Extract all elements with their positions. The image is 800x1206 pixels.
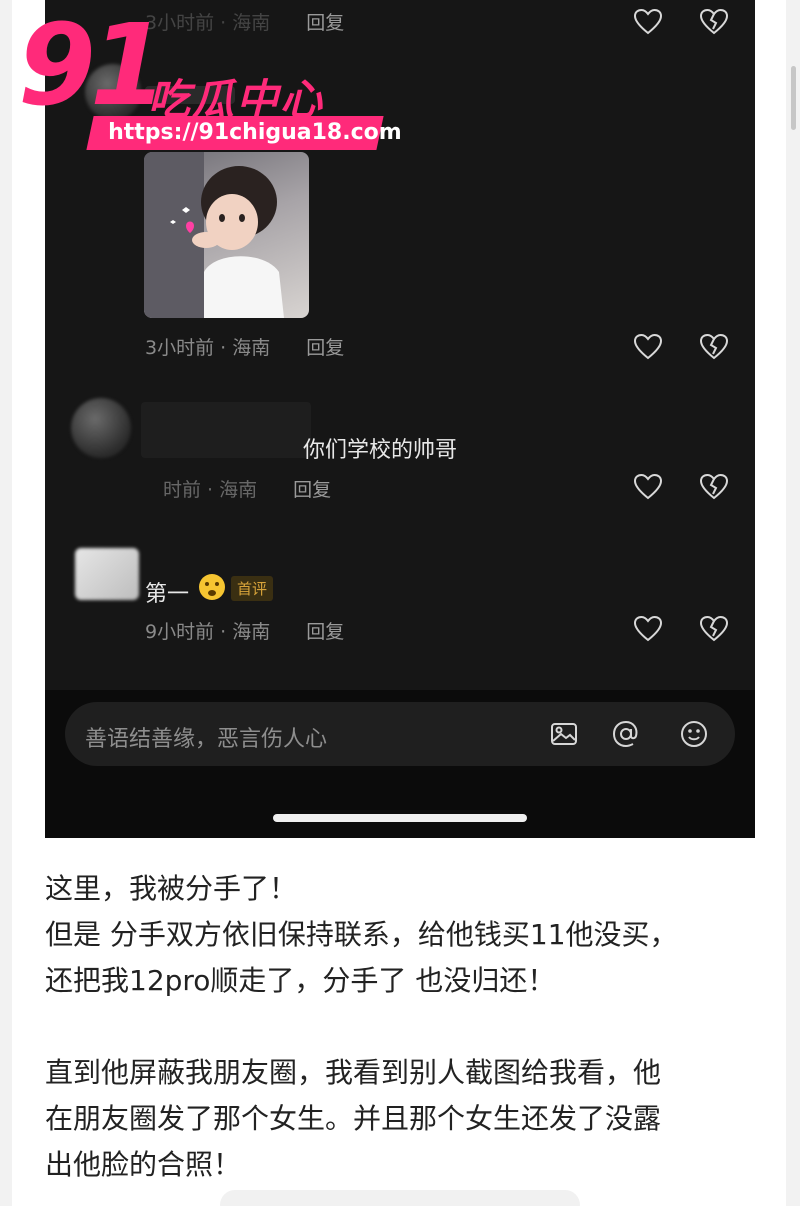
watermark-url: https://91chigua18.com xyxy=(108,120,402,145)
first-comment-badge: 首评 xyxy=(231,576,274,601)
comment-meta: 时前 · 海南 回复 xyxy=(163,475,331,502)
comment-input-placeholder: 善语结善缘，恶言伤人心 xyxy=(85,727,328,752)
home-indicator[interactable] xyxy=(273,814,527,822)
avatar[interactable] xyxy=(71,398,131,458)
username-blurred xyxy=(141,402,311,458)
article-line: 在朋友圈发了那个女生。并且那个女生还发了没露 xyxy=(45,1102,662,1135)
scrollbar-thumb[interactable] xyxy=(791,66,796,130)
comment-meta: 3小时前 · 海南 回复 xyxy=(145,333,344,360)
page-edge-right xyxy=(786,0,800,1206)
article-line: 但是 分手双方依旧保持联系，给他钱买11他没买， xyxy=(45,918,678,951)
article-line: 直到他屏蔽我朋友圈，我看到别人截图给我看，他 xyxy=(45,1056,662,1089)
reply-button[interactable]: 回复 xyxy=(306,621,344,643)
heart-outline-icon[interactable] xyxy=(633,332,663,362)
article-line: 这里，我被分手了！ xyxy=(45,872,298,905)
comment-meta: 9小时前 · 海南 回复 xyxy=(145,617,344,644)
face-emoji xyxy=(197,572,227,602)
sticker-image[interactable] xyxy=(144,152,309,318)
comment-input[interactable]: 善语结善缘，恶言伤人心 xyxy=(65,702,735,766)
broken-heart-icon[interactable] xyxy=(699,472,729,502)
comment-time-location: 3小时前 · 海南 xyxy=(145,337,271,359)
article-body: 这里，我被分手了！ 但是 分手双方依旧保持联系，给他钱买11他没买， 还把我12… xyxy=(45,866,745,1188)
comment-time-location: 9小时前 · 海南 xyxy=(145,621,271,643)
bottom-floating-bar xyxy=(220,1190,580,1206)
reply-button[interactable]: 回复 xyxy=(306,337,344,359)
site-watermark-logo: 91 吃瓜中心 https://91chigua18.com xyxy=(18,1,402,162)
article-line: 出他脸的合照！ xyxy=(45,1148,242,1181)
comment-input-bar: 善语结善缘，恶言伤人心 xyxy=(45,690,755,838)
heart-outline-icon[interactable] xyxy=(633,7,663,37)
broken-heart-icon[interactable] xyxy=(699,332,729,362)
image-icon[interactable] xyxy=(549,719,579,749)
comment-text: 你们学校的帅哥 xyxy=(303,438,458,463)
avatar[interactable] xyxy=(75,548,139,600)
article-line: 还把我12pro顺走了，分手了 也没归还！ xyxy=(45,964,556,997)
watermark-number: 91 xyxy=(18,1,168,131)
comment-time-location: 时前 · 海南 xyxy=(163,479,258,501)
broken-heart-icon[interactable] xyxy=(699,614,729,644)
broken-heart-icon[interactable] xyxy=(699,7,729,37)
at-icon[interactable] xyxy=(611,719,641,749)
watermark-url-banner: https://91chigua18.com xyxy=(86,116,402,150)
reply-button[interactable]: 回复 xyxy=(293,479,331,501)
heart-outline-icon[interactable] xyxy=(633,472,663,502)
emoji-icon[interactable] xyxy=(679,719,709,749)
heart-outline-icon[interactable] xyxy=(633,614,663,644)
comment-text: 第一 xyxy=(145,582,190,607)
page-edge-left xyxy=(0,0,12,1206)
